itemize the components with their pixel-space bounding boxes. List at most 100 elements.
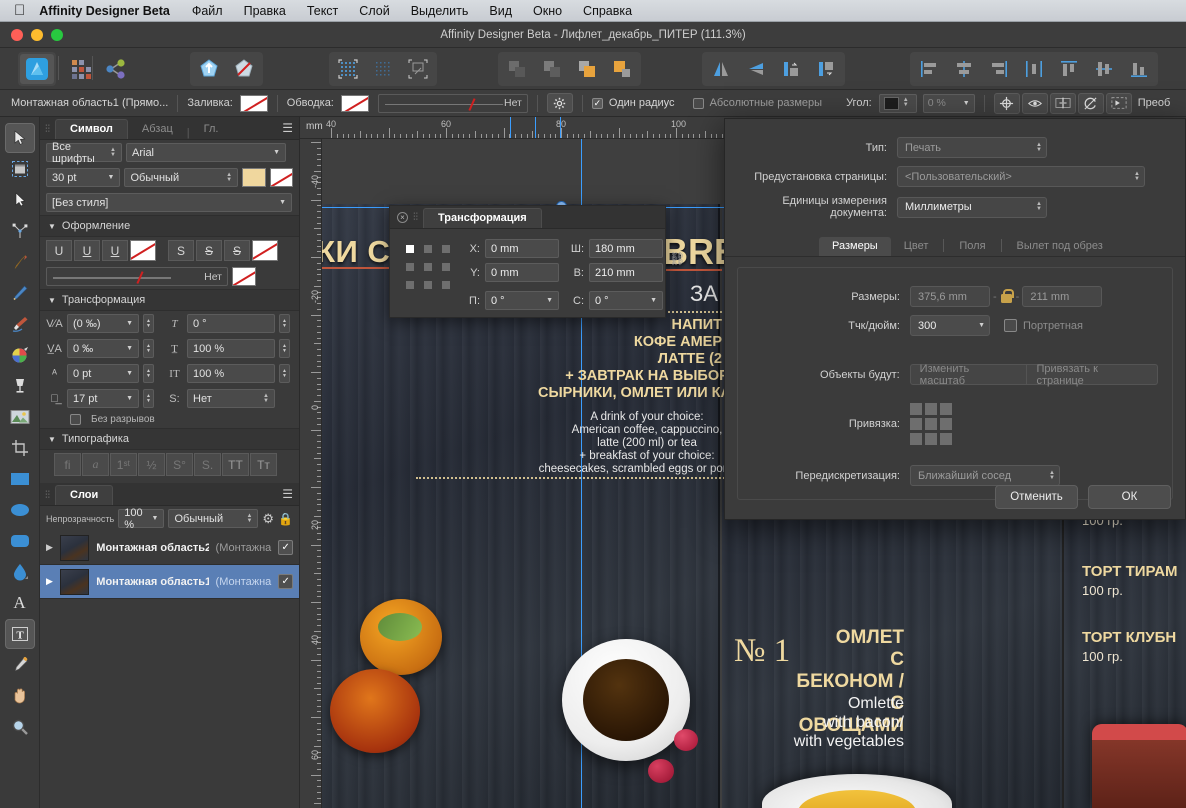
layer-visibility-checkbox[interactable]: ✓ (278, 540, 293, 555)
mirror-icon[interactable] (1049, 92, 1076, 114)
rotate-left-icon[interactable] (774, 54, 808, 84)
anchor-bottom-center[interactable] (925, 433, 937, 445)
baseline-stepper[interactable]: ▲ ▼ (143, 364, 154, 383)
transform-height-field[interactable]: 210 mm (589, 263, 663, 282)
tracking-stepper[interactable]: ▲ ▼ (143, 314, 154, 333)
tab-margins[interactable]: Поля (946, 237, 998, 256)
align-bottom-icon[interactable] (1122, 54, 1156, 84)
opacity-field[interactable]: 100 % ▼ (118, 507, 165, 531)
decoration-width-slider[interactable]: Нет (46, 267, 228, 286)
stroke-swatch[interactable] (340, 94, 369, 112)
gear-icon[interactable]: ⚙ (262, 511, 274, 527)
convert-label[interactable]: Преоб (1138, 97, 1171, 109)
transform-panel-tab[interactable]: Трансформация (423, 208, 542, 228)
menu-item-window[interactable]: Окно (533, 4, 562, 18)
panel-menu-icon[interactable]: ☰ (282, 487, 293, 501)
anchor-mid-right[interactable] (940, 418, 952, 430)
leading-stepper[interactable]: ▲ ▼ (143, 389, 154, 408)
kerning-field[interactable]: 0 ‰ ▼ (67, 339, 139, 358)
boolean-divide-icon[interactable] (605, 54, 639, 84)
transform-y-field[interactable]: 0 mm (485, 263, 559, 282)
anchor-bottom-left[interactable] (910, 433, 922, 445)
lock-icon[interactable] (1000, 289, 1014, 304)
strikethrough-double-button[interactable]: S (196, 240, 222, 261)
disclosure-triangle-icon[interactable]: ▼ (48, 222, 56, 231)
move-tool[interactable] (4, 123, 35, 153)
font-size-select[interactable]: 30 pt ▼ (46, 168, 121, 187)
close-icon[interactable]: × (397, 212, 408, 223)
anchor-top-center[interactable] (424, 245, 432, 253)
disclosure-triangle-icon[interactable]: ▼ (48, 296, 56, 305)
all-caps-button[interactable]: TT (222, 453, 249, 476)
skew-field[interactable]: 0 ° (187, 314, 275, 333)
align-middle-v-icon[interactable] (1087, 54, 1121, 84)
tab-bleed[interactable]: Вылет под обрез (1004, 237, 1116, 256)
units-select[interactable]: Миллиметры ▲ ▼ (897, 196, 1047, 218)
pencil-tool[interactable] (5, 278, 35, 308)
panel-grip-icon[interactable]: ⫶⫶ (40, 124, 55, 139)
fill-swatch[interactable] (239, 94, 268, 112)
baseline-field[interactable]: 0 pt ▼ (67, 364, 139, 383)
frame-text-tool[interactable]: T (4, 619, 35, 649)
rectangle-tool[interactable] (5, 464, 35, 494)
anchor-top-left[interactable] (910, 403, 922, 415)
text-style-select[interactable]: [Без стиля] ▼ (46, 193, 292, 212)
ordinals-button[interactable]: 1ˢᵗ (110, 453, 137, 476)
cancel-button[interactable]: Отменить (995, 485, 1078, 509)
anchor-mid-left[interactable] (406, 263, 414, 271)
anchor-top-left[interactable] (406, 245, 414, 253)
layer-visibility-checkbox[interactable]: ✓ (278, 574, 293, 589)
rescale-objects-button[interactable]: Изменить масштаб (909, 363, 1028, 387)
transform-anchor-grid[interactable] (406, 245, 450, 289)
script-select[interactable]: Нет ▲ ▼ (187, 389, 275, 408)
small-caps-button[interactable]: Tᴛ (250, 453, 277, 476)
tab-character[interactable]: Символ (55, 119, 128, 139)
text-stroke-swatch[interactable] (269, 168, 293, 187)
vector-brush-tool[interactable] (5, 309, 35, 339)
corner-tool[interactable] (5, 216, 35, 246)
angle-percent-field[interactable]: 0 % ▼ (922, 93, 975, 113)
pen-tool[interactable] (5, 247, 35, 277)
anchor-mid-left[interactable] (910, 418, 922, 430)
rotate-right-icon[interactable] (809, 54, 843, 84)
menu-item-text[interactable]: Текст (307, 4, 338, 18)
add-node-icon[interactable] (192, 54, 226, 84)
strikethrough-word-button[interactable]: S (224, 240, 250, 261)
panel-menu-icon[interactable]: ☰ (282, 121, 293, 135)
strikethrough-button[interactable]: S (168, 240, 194, 261)
artboard-tool[interactable] (5, 154, 35, 184)
fractions-button[interactable]: ½ (138, 453, 165, 476)
vertical-scale-stepper[interactable]: ▲ ▼ (279, 339, 290, 358)
expand-triangle-icon[interactable]: ▶ (46, 542, 53, 553)
anchor-to-page-button[interactable]: Привязать к странице (1027, 363, 1158, 387)
color-picker-tool[interactable] (5, 650, 35, 680)
place-image-tool[interactable] (5, 402, 35, 432)
anchor-top-right[interactable] (442, 245, 450, 253)
ellipse-tool[interactable] (5, 495, 35, 525)
transform-x-field[interactable]: 0 mm (485, 239, 559, 258)
underline-word-button[interactable]: U (102, 240, 128, 261)
distribute-h-icon[interactable] (1017, 54, 1051, 84)
menu-item-help[interactable]: Справка (583, 4, 632, 18)
tab-dimensions[interactable]: Размеры (819, 237, 891, 256)
snap-grid-icon[interactable] (366, 54, 400, 84)
tab-paragraph[interactable]: Абзац (128, 120, 187, 139)
node-tool[interactable] (5, 185, 35, 215)
link-icon[interactable]: ⛓ (669, 251, 686, 267)
subscript-button[interactable]: S. (194, 453, 221, 476)
decoration-color-swatch[interactable] (232, 267, 256, 286)
panel-grip-icon[interactable]: ⫶⫶ (40, 490, 55, 505)
menu-item-edit[interactable]: Правка (244, 4, 286, 18)
menu-app-name[interactable]: Affinity Designer Beta (39, 4, 170, 18)
flip-horizontal-icon[interactable] (704, 54, 738, 84)
resample-select[interactable]: Ближайший сосед ▲ ▼ (910, 465, 1060, 486)
fill-tool[interactable] (5, 340, 35, 370)
align-right-icon[interactable] (982, 54, 1016, 84)
anchor-top-right[interactable] (940, 403, 952, 415)
portrait-checkbox[interactable] (1004, 319, 1017, 332)
panel-grip-icon[interactable]: ⫶⫶ (413, 212, 418, 228)
hand-tool[interactable] (5, 681, 35, 711)
flip-vertical-icon[interactable] (739, 54, 773, 84)
reload-icon[interactable] (1077, 92, 1104, 114)
font-filter-select[interactable]: Все шрифты ▲ ▼ (46, 141, 122, 165)
